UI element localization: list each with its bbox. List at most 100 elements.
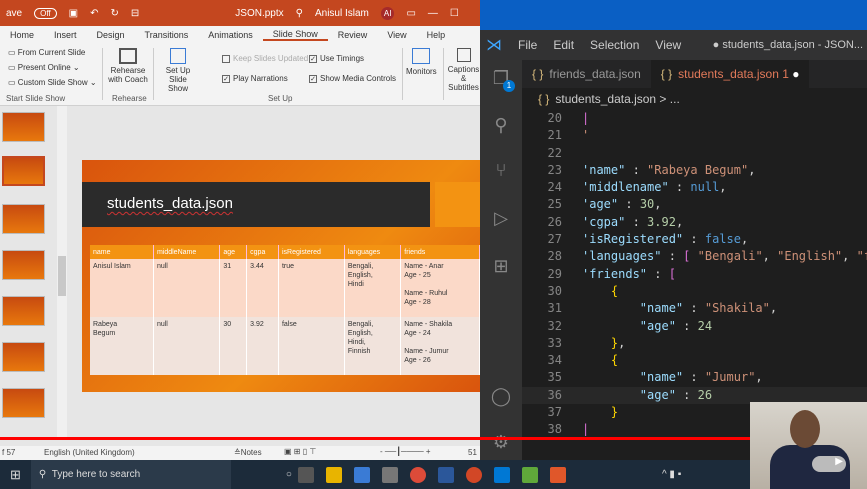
use-timings-checkbox[interactable]: ✓ Use Timings — [309, 54, 364, 63]
task-view-icon[interactable] — [297, 466, 314, 483]
menu-edit[interactable]: Edit — [553, 38, 574, 52]
code-line[interactable]: 22 — [522, 145, 867, 162]
slide-thumbnail[interactable] — [2, 112, 45, 142]
code-line[interactable]: 33 }, — [522, 335, 867, 352]
undo-icon[interactable]: ↶ — [90, 8, 98, 19]
tab-view[interactable]: View — [377, 30, 416, 40]
monitors-button[interactable]: Monitors — [406, 48, 437, 76]
breadcrumb[interactable]: { } students_data.json > ... — [522, 88, 867, 110]
tab-help[interactable]: Help — [417, 30, 456, 40]
show-media-controls-checkbox[interactable]: ✓ Show Media Controls — [309, 74, 396, 83]
code-token: "Jumur" — [704, 370, 756, 385]
cortana-icon[interactable]: ○ — [286, 469, 292, 480]
from-current-slide-button[interactable]: ▭ From Current Slide — [8, 48, 85, 57]
app-icon[interactable] — [381, 466, 398, 483]
tab-transitions[interactable]: Transitions — [135, 30, 199, 40]
slide-thumbnail[interactable] — [2, 342, 45, 372]
source-control-icon[interactable]: ⑂ — [490, 160, 512, 182]
code-line[interactable]: 23 'name" : "Rabeya Begum", — [522, 162, 867, 179]
slide-thumbnail[interactable] — [2, 296, 45, 326]
system-tray-icon[interactable]: ^ ▮ ▪ — [662, 469, 681, 480]
slide-thumbnail[interactable] — [2, 388, 45, 418]
tab-home[interactable]: Home — [0, 30, 44, 40]
code-line[interactable]: 31 "name" : "Shakila", — [522, 300, 867, 317]
file-explorer-icon[interactable] — [325, 466, 342, 483]
windows-start-icon[interactable]: ⊞ — [10, 467, 21, 483]
language-status[interactable]: English (United Kingdom) — [44, 448, 135, 457]
tab-review[interactable]: Review — [328, 30, 378, 40]
menu-view[interactable]: View — [655, 38, 681, 52]
chrome-icon[interactable] — [409, 466, 426, 483]
captions-subtitles-button[interactable]: Captions & Subtitles — [447, 48, 480, 92]
code-line[interactable]: 34 { — [522, 352, 867, 369]
codeblocks-icon[interactable] — [521, 466, 538, 483]
set-up-slide-show-button[interactable]: Set Up Slide Show — [158, 48, 198, 93]
slide-thumbnail[interactable] — [2, 250, 45, 280]
taskbar-search[interactable]: ⚲ Type here to search — [30, 460, 231, 489]
notes-button[interactable]: ≙Notes — [234, 448, 262, 457]
rehearse-with-coach-button[interactable]: Rehearse with Coach — [108, 48, 148, 84]
tab-design[interactable]: Design — [87, 30, 135, 40]
run-debug-icon[interactable]: ▷ — [490, 208, 512, 230]
code-editor[interactable]: 20 | 21 ' 22 23 'name" : "Rabeya Begum", 24 'mid… — [522, 110, 867, 440]
code-token: "Shakila" — [704, 301, 770, 316]
normal-view-icon[interactable]: ▣ ⊞ ▯ ⊤ — [284, 447, 316, 456]
minimize-icon[interactable]: — — [428, 8, 438, 19]
app-icon[interactable] — [549, 466, 566, 483]
play-toggle-icon[interactable]: ▶ — [812, 456, 846, 472]
code-line[interactable]: 29 'friends" : [ — [522, 266, 867, 283]
play-narrations-checkbox[interactable]: ✓ Play Narrations — [222, 74, 288, 83]
tab-animations[interactable]: Animations — [198, 30, 263, 40]
explorer-icon[interactable]: ❐ 1 — [490, 68, 515, 92]
students-table[interactable]: name middleName age cgpa isRegistered la… — [90, 245, 480, 375]
code-line[interactable]: 24 'middlename" : null, — [522, 179, 867, 196]
zoom-slider[interactable]: - ──┃──── + — [380, 447, 431, 456]
avatar[interactable]: AI — [380, 6, 395, 20]
code-line[interactable]: 35 "name" : "Jumur", — [522, 369, 867, 386]
taskbar: ⊞ ⚲ Type here to search ○ ^ ▮ ▪ — [0, 460, 867, 489]
slide-thumbnail[interactable] — [2, 204, 45, 234]
line-number: 25 — [547, 197, 562, 212]
word-icon[interactable] — [437, 466, 454, 483]
ribbon-display-icon[interactable]: ▭ — [406, 8, 415, 19]
settings-gear-icon[interactable]: ⚙ — [490, 432, 512, 454]
code-line[interactable]: 25 'age" : 30, — [522, 196, 867, 213]
search-icon[interactable]: ⚲ — [490, 115, 512, 137]
code-line[interactable]: 30 { — [522, 283, 867, 300]
powerpoint-icon[interactable] — [465, 466, 482, 483]
video-progress-bar[interactable] — [0, 437, 867, 440]
extensions-icon[interactable]: ⊞ — [490, 256, 512, 278]
line-number: 24 — [547, 180, 562, 195]
code-line[interactable]: 28'languages" : [ "Bengali", "English", … — [522, 248, 867, 265]
code-line[interactable]: 21 ' — [522, 127, 867, 144]
redo-icon[interactable]: ↻ — [111, 8, 119, 19]
autosave-toggle[interactable]: Off — [34, 7, 57, 19]
keep-slides-updated-checkbox[interactable]: Keep Slides Updated — [222, 54, 308, 63]
thumbnail-scrollbar[interactable] — [57, 106, 67, 440]
code-line[interactable]: 32 "age" : 24 — [522, 318, 867, 335]
app-icon[interactable] — [353, 466, 370, 483]
search-icon[interactable]: ⚲ — [296, 8, 303, 19]
menu-selection[interactable]: Selection — [590, 38, 639, 52]
code-line[interactable]: 26 'cgpa" : 3.92, — [522, 214, 867, 231]
code-line[interactable]: 27 'isRegistered" : false, — [522, 231, 867, 248]
custom-slide-show-button[interactable]: ▭ Custom Slide Show ⌄ — [8, 78, 97, 87]
tab-slide-show[interactable]: Slide Show — [262, 29, 328, 41]
maximize-icon[interactable]: ☐ — [450, 8, 459, 19]
account-icon[interactable]: ◯ — [490, 386, 512, 408]
tab-insert[interactable]: Insert — [44, 30, 87, 40]
line-number: 22 — [547, 145, 562, 160]
save-icon[interactable]: ▣ — [69, 8, 78, 19]
file-name[interactable]: JSON.pptx — [235, 8, 283, 19]
menu-file[interactable]: File — [518, 38, 537, 52]
present-icon[interactable]: ⊟ — [131, 8, 139, 19]
slide-title[interactable]: students_data.json — [107, 195, 233, 212]
present-online-button[interactable]: ▭ Present Online ⌄ — [8, 63, 80, 72]
vscode-taskbar-icon[interactable] — [493, 466, 510, 483]
tab-students-data[interactable]: { } students_data.json 1 ● — [650, 60, 810, 88]
code-token: , — [842, 249, 857, 264]
code-line[interactable]: 20 | — [522, 110, 867, 127]
tab-friends-data[interactable]: { } friends_data.json — [522, 60, 651, 88]
slide-thumbnail-selected[interactable] — [2, 156, 45, 186]
